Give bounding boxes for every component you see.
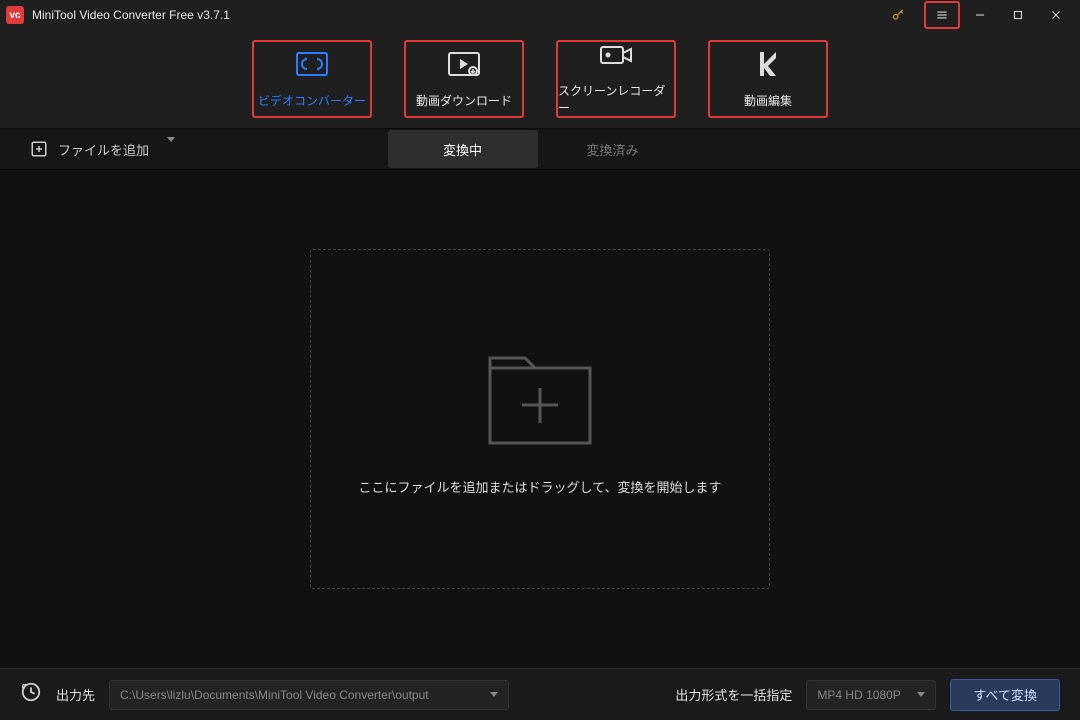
output-dest-label: 出力先 xyxy=(56,685,95,704)
nav-tab-label: ビデオコンバーター xyxy=(258,92,366,109)
add-file-icon xyxy=(30,140,48,158)
folder-plus-icon xyxy=(480,343,600,453)
app-logo-icon: vc xyxy=(6,6,24,24)
nav-tab-editor[interactable]: 動画編集 xyxy=(708,40,828,118)
chevron-down-icon xyxy=(490,692,498,697)
chevron-down-icon xyxy=(167,142,175,157)
maximize-button[interactable] xyxy=(1000,1,1036,29)
minimize-button[interactable] xyxy=(962,1,998,29)
nav-tab-label: 動画ダウンロード xyxy=(416,92,512,109)
nav-tab-download[interactable]: 動画ダウンロード xyxy=(404,40,524,118)
nav-tab-label: スクリーンレコーダー xyxy=(558,82,674,116)
output-path-select[interactable]: C:\Users\lizlu\Documents\MiniTool Video … xyxy=(109,680,509,710)
editor-icon xyxy=(754,50,782,78)
status-tab-switch: 変換中 変換済み xyxy=(388,130,688,168)
hamburger-menu-icon[interactable] xyxy=(924,1,960,29)
output-format-value: MP4 HD 1080P xyxy=(817,688,900,702)
recorder-icon xyxy=(599,42,633,68)
nav-tab-recorder[interactable]: スクリーンレコーダー xyxy=(556,40,676,118)
nav-tab-converter[interactable]: ビデオコンバーター xyxy=(252,40,372,118)
toolbar: ファイルを追加 変換中 変換済み xyxy=(0,128,1080,170)
history-icon[interactable] xyxy=(20,681,42,708)
tab-converted[interactable]: 変換済み xyxy=(538,130,688,168)
nav-tab-label: 動画編集 xyxy=(744,92,792,109)
key-icon[interactable] xyxy=(880,1,916,29)
app-title: MiniTool Video Converter Free v3.7.1 xyxy=(32,8,880,22)
titlebar: vc MiniTool Video Converter Free v3.7.1 xyxy=(0,0,1080,30)
add-file-button[interactable]: ファイルを追加 xyxy=(0,140,195,159)
convert-all-button[interactable]: すべて変換 xyxy=(950,679,1060,711)
tab-converting[interactable]: 変換中 xyxy=(388,130,538,168)
add-file-label: ファイルを追加 xyxy=(58,140,149,159)
bottombar: 出力先 C:\Users\lizlu\Documents\MiniTool Vi… xyxy=(0,668,1080,720)
output-format-select[interactable]: MP4 HD 1080P xyxy=(806,680,936,710)
dropzone-message: ここにファイルを追加またはドラッグして、変換を開始します xyxy=(359,477,722,496)
close-button[interactable] xyxy=(1038,1,1074,29)
converter-icon xyxy=(295,50,329,78)
window-controls xyxy=(880,1,1074,29)
chevron-down-icon xyxy=(917,692,925,697)
output-format-label: 出力形式を一括指定 xyxy=(675,685,792,704)
workspace: ここにファイルを追加またはドラッグして、変換を開始します xyxy=(0,170,1080,668)
download-icon xyxy=(447,50,481,78)
main-nav: ビデオコンバーター 動画ダウンロード スクリーンレコーダー xyxy=(0,30,1080,128)
dropzone[interactable]: ここにファイルを追加またはドラッグして、変換を開始します xyxy=(310,249,770,589)
output-path-value: C:\Users\lizlu\Documents\MiniTool Video … xyxy=(120,688,429,702)
